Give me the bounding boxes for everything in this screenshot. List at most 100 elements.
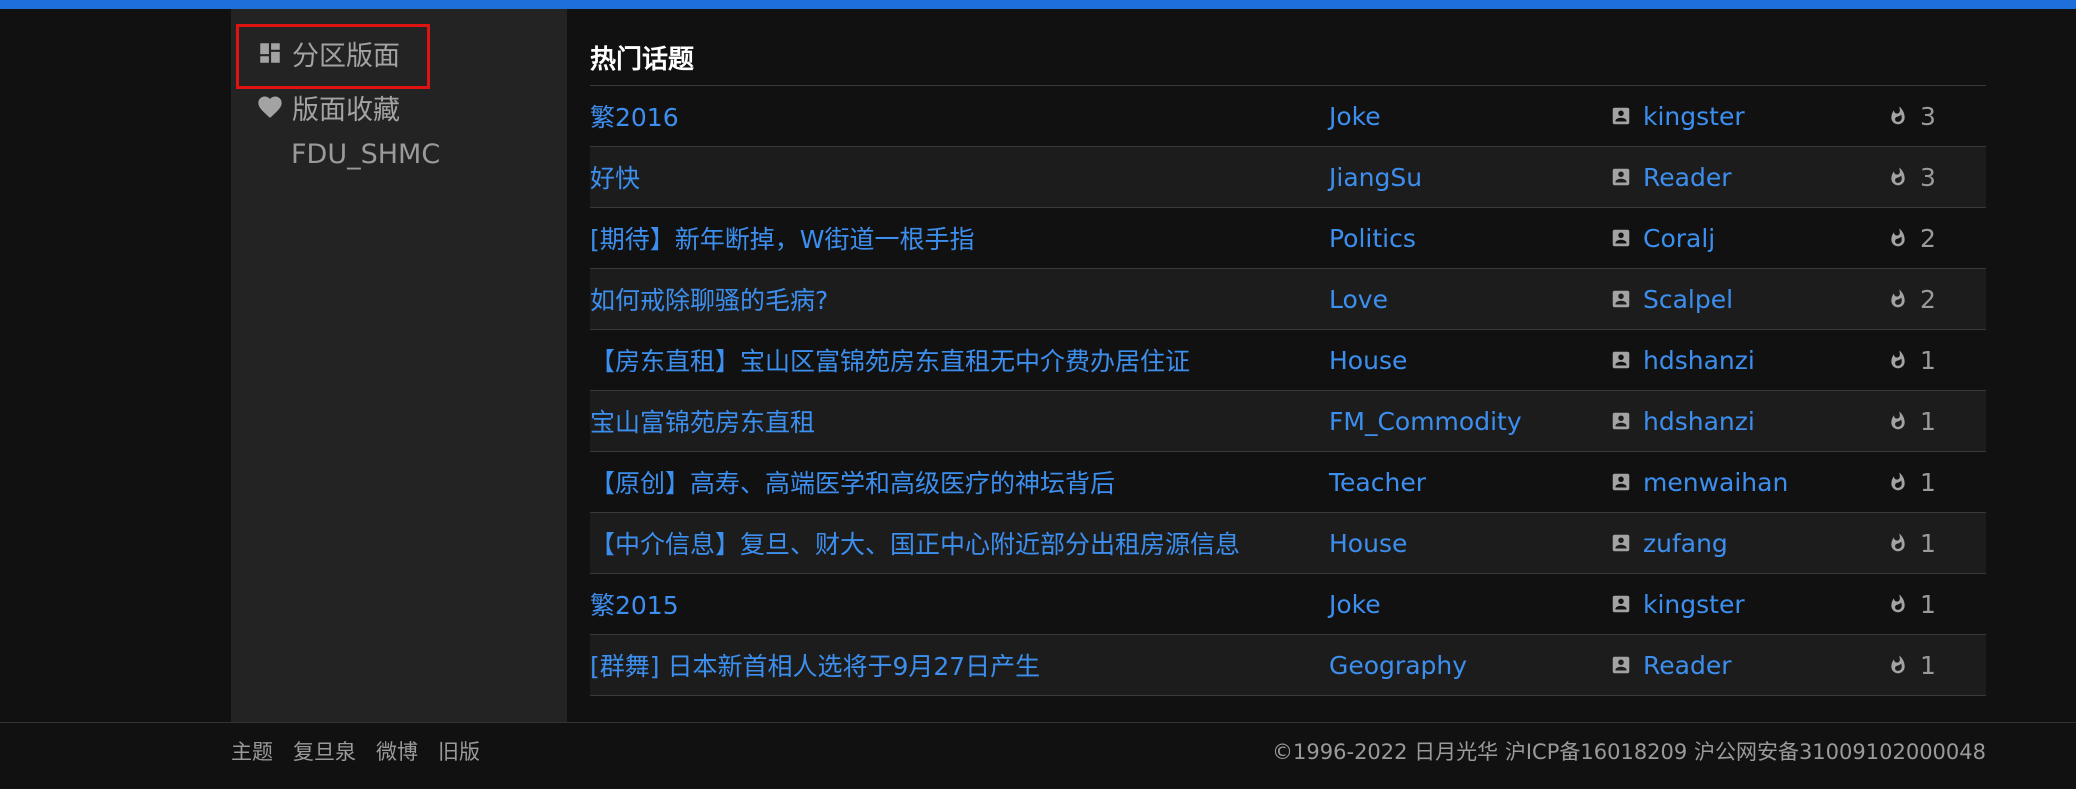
topic-row: 【中介信息】复旦、财大、国正中心附近部分出租房源信息 House zufang 1 [590, 513, 1986, 574]
footer-link-fudan-spring[interactable]: 复旦泉 [293, 736, 356, 766]
author-name: Reader [1643, 162, 1732, 192]
topic-board-link[interactable]: Love [1329, 285, 1610, 314]
footer-link-topics[interactable]: 主题 [231, 736, 273, 766]
topic-row: 宝山富锦苑房东直租 FM_Commodity hdshanzi 1 [590, 391, 1986, 452]
fire-icon [1888, 103, 1910, 129]
topic-hot-count: 3 [1888, 102, 1936, 131]
topic-hot-count: 1 [1888, 407, 1936, 436]
author-name: hdshanzi [1643, 345, 1755, 375]
sidebar-item-favorites[interactable]: 版面收藏 [256, 84, 400, 130]
topic-board-link[interactable]: Joke [1329, 590, 1610, 619]
user-icon [1610, 592, 1634, 616]
topic-author-link[interactable]: Coralj [1610, 224, 1888, 253]
topic-title-link[interactable]: 【房东直租】宝山区富锦苑房东直租无中介费办居住证 [590, 342, 1329, 378]
topic-title-link[interactable]: 好快 [590, 159, 1329, 195]
author-name: zufang [1643, 528, 1728, 558]
topic-title-link[interactable]: [群舞] 日本新首相人选将于9月27日产生 [590, 647, 1329, 683]
hot-topics-panel: 热门话题 繁2016 Joke kingster 3 好快 JiangSu Reader 3[… [590, 30, 1986, 696]
fire-icon [1888, 286, 1910, 312]
topic-author-link[interactable]: kingster [1610, 102, 1888, 131]
topic-title-link[interactable]: 繁2015 [590, 586, 1329, 622]
dashboard-icon [256, 39, 284, 67]
topic-row: 【房东直租】宝山区富锦苑房东直租无中介费办居住证 House hdshanzi 1 [590, 330, 1986, 391]
sidebar-item-sections[interactable]: 分区版面 [256, 30, 400, 76]
topic-row: 好快 JiangSu Reader 3 [590, 147, 1986, 208]
author-name: Scalpel [1643, 284, 1734, 314]
fire-icon [1888, 225, 1910, 251]
user-icon [1610, 287, 1634, 311]
topic-hot-count: 1 [1888, 468, 1936, 497]
topic-row: 如何戒除聊骚的毛病? Love Scalpel 2 [590, 269, 1986, 330]
copyright-text: ©1996-2022 日月光华 沪ICP备16018209 沪公网安备31009… [1272, 740, 1986, 764]
author-name: hdshanzi [1643, 406, 1755, 436]
topic-author-link[interactable]: Reader [1610, 163, 1888, 192]
sidebar-item-label: 分区版面 [292, 40, 400, 72]
topic-title-link[interactable]: 【原创】高寿、高端医学和高级医疗的神坛背后 [590, 464, 1329, 500]
topic-title-link[interactable]: [期待】新年断掉，W街道一根手指 [590, 220, 1329, 256]
hot-count-value: 3 [1920, 162, 1936, 192]
topic-board-link[interactable]: House [1329, 529, 1610, 558]
topic-author-link[interactable]: Reader [1610, 651, 1888, 680]
topic-author-link[interactable]: hdshanzi [1610, 346, 1888, 375]
author-name: Coralj [1643, 223, 1716, 253]
footer: 主题 复旦泉 微博 旧版 ©1996-2022 日月光华 沪ICP备160182… [0, 722, 2076, 789]
topic-hot-count: 1 [1888, 346, 1936, 375]
sidebar: 分区版面 版面收藏 FDU_SHMC [231, 9, 567, 722]
hot-count-value: 1 [1920, 589, 1936, 619]
topic-board-link[interactable]: FM_Commodity [1329, 407, 1610, 436]
hot-count-value: 1 [1920, 650, 1936, 680]
footer-link-weibo[interactable]: 微博 [376, 736, 418, 766]
user-icon [1610, 409, 1634, 433]
user-icon [1610, 226, 1634, 250]
hot-count-value: 1 [1920, 345, 1936, 375]
topic-board-link[interactable]: Teacher [1329, 468, 1610, 497]
topic-list: 繁2016 Joke kingster 3 好快 JiangSu Reader 3 [期待】新年… [590, 86, 1986, 696]
topic-title-link[interactable]: 如何戒除聊骚的毛病? [590, 281, 1329, 317]
topic-board-link[interactable]: Geography [1329, 651, 1610, 680]
topic-row: 【原创】高寿、高端医学和高级医疗的神坛背后 Teacher menwaihan 1 [590, 452, 1986, 513]
topic-hot-count: 1 [1888, 529, 1936, 558]
fire-icon [1888, 530, 1910, 556]
topic-author-link[interactable]: Scalpel [1610, 285, 1888, 314]
page-title: 热门话题 [590, 30, 1986, 86]
hot-count-value: 1 [1920, 406, 1936, 436]
hot-count-value: 1 [1920, 467, 1936, 497]
favorite-board-link[interactable]: FDU_SHMC [291, 132, 440, 176]
topic-title-link[interactable]: 繁2016 [590, 98, 1329, 134]
topic-author-link[interactable]: kingster [1610, 590, 1888, 619]
user-icon [1610, 470, 1634, 494]
topic-board-link[interactable]: Joke [1329, 102, 1610, 131]
topic-title-link[interactable]: 宝山富锦苑房东直租 [590, 403, 1329, 439]
user-icon [1610, 348, 1634, 372]
footer-link-old-version[interactable]: 旧版 [438, 736, 480, 766]
author-name: kingster [1643, 101, 1745, 131]
top-accent-bar [0, 0, 2076, 9]
author-name: menwaihan [1643, 467, 1789, 497]
hot-count-value: 1 [1920, 528, 1936, 558]
fire-icon [1888, 469, 1910, 495]
topic-author-link[interactable]: zufang [1610, 529, 1888, 558]
fire-icon [1888, 347, 1910, 373]
footer-links: 主题 复旦泉 微博 旧版 [231, 723, 480, 779]
user-icon [1610, 531, 1634, 555]
author-name: Reader [1643, 650, 1732, 680]
topic-row: [群舞] 日本新首相人选将于9月27日产生 Geography Reader 1 [590, 635, 1986, 696]
topic-board-link[interactable]: House [1329, 346, 1610, 375]
fire-icon [1888, 652, 1910, 678]
author-name: kingster [1643, 589, 1745, 619]
topic-row: 繁2016 Joke kingster 3 [590, 86, 1986, 147]
topic-hot-count: 2 [1888, 224, 1936, 253]
hot-count-value: 2 [1920, 284, 1936, 314]
topic-title-link[interactable]: 【中介信息】复旦、财大、国正中心附近部分出租房源信息 [590, 525, 1329, 561]
topic-hot-count: 3 [1888, 163, 1936, 192]
topic-hot-count: 1 [1888, 651, 1936, 680]
topic-board-link[interactable]: JiangSu [1329, 163, 1610, 192]
topic-hot-count: 2 [1888, 285, 1936, 314]
topic-row: 繁2015 Joke kingster 1 [590, 574, 1986, 635]
topic-board-link[interactable]: Politics [1329, 224, 1610, 253]
topic-author-link[interactable]: menwaihan [1610, 468, 1888, 497]
heart-icon [256, 93, 284, 121]
topic-author-link[interactable]: hdshanzi [1610, 407, 1888, 436]
user-icon [1610, 165, 1634, 189]
fire-icon [1888, 408, 1910, 434]
